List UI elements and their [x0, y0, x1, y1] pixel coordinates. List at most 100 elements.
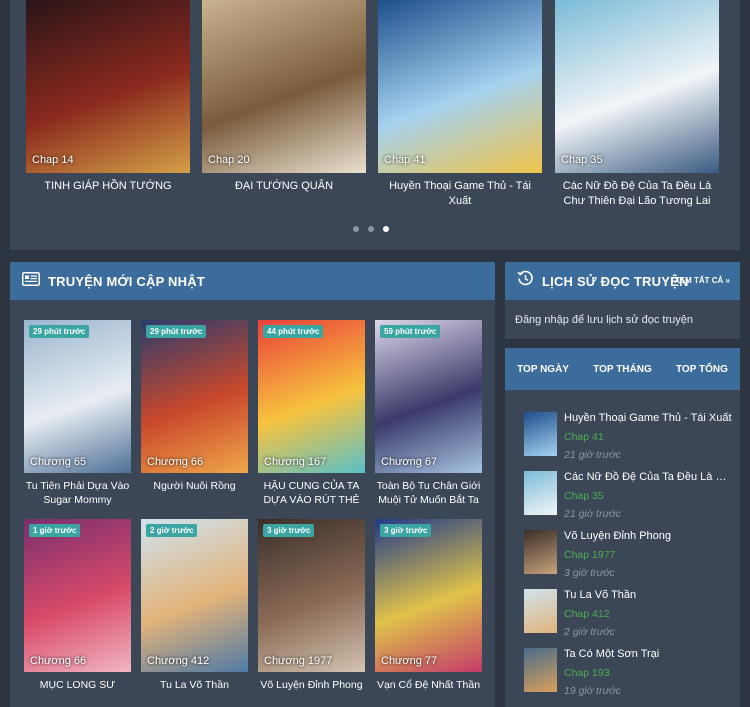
slider-title[interactable]: Các Nữ Đồ Đệ Của Ta Đều Là Chư Thiên Đại…	[555, 179, 719, 209]
manga-card[interactable]: 29 phút trước Chương 66 Người Nuôi Rồng	[141, 320, 248, 493]
manga-card[interactable]: 44 phút trước Chương 167 HẬU CUNG CỦA TA…	[258, 320, 365, 507]
manga-chapter[interactable]: Chương 66	[30, 655, 86, 667]
top-title[interactable]: Tu La Võ Thần	[564, 589, 734, 601]
manga-title[interactable]: HẬU CUNG CỦA TA DỰA VÀO RÚT THẺ	[258, 479, 365, 507]
top-chapter[interactable]: Chap 35	[564, 490, 604, 502]
top-list-item[interactable]: Võ Luyện Đỉnh Phong Chap 1977 3 giờ trướ…	[524, 530, 734, 588]
top-thumbnail[interactable]	[524, 412, 557, 456]
slider-title[interactable]: Huyền Thoại Game Thủ - Tái Xuất	[378, 179, 542, 209]
top-thumbnail[interactable]	[524, 589, 557, 633]
manga-chapter[interactable]: Chương 67	[381, 456, 437, 468]
tab-top-month[interactable]: TOP THÁNG	[593, 364, 652, 375]
history-icon	[517, 270, 534, 292]
manga-thumbnail[interactable]: 2 giờ trước Chương 412	[141, 519, 248, 672]
time-badge: 2 giờ trước	[146, 524, 198, 537]
top-list-item[interactable]: Các Nữ Đồ Đệ Của Ta Đều Là Chư Thiên Đại…	[524, 471, 734, 529]
reading-history-panel: LỊCH SỬ ĐỌC TRUYỆN XEM TẤT CẢ » Đăng nhậ…	[505, 262, 740, 339]
manga-card[interactable]: 3 giờ trước Chương 77 Vạn Cổ Đệ Nhất Thầ…	[375, 519, 482, 692]
slider-title[interactable]: TINH GIÁP HỒN TƯỚNG	[26, 179, 190, 194]
time-badge: 29 phút trước	[29, 325, 90, 338]
manga-chapter[interactable]: Chương 77	[381, 655, 437, 667]
top-ranking-panel: TOP NGÀY TOP THÁNG TOP TỔNG Huyền Thoại …	[505, 348, 740, 707]
tab-top-total[interactable]: TOP TỔNG	[676, 364, 728, 375]
manga-chapter[interactable]: Chương 167	[264, 456, 326, 468]
manga-chapter[interactable]: Chương 66	[147, 456, 203, 468]
manga-thumbnail[interactable]: 3 giờ trước Chương 77	[375, 519, 482, 672]
new-updates-panel: TRUYỆN MỚI CẬP NHẬT 29 phút trước Chương…	[10, 262, 495, 707]
manga-chapter[interactable]: Chương 1977	[264, 655, 332, 667]
time-badge: 29 phút trước	[146, 325, 207, 338]
manga-title[interactable]: MỤC LONG SƯ	[24, 678, 131, 692]
slider-dots	[353, 226, 389, 232]
manga-thumbnail[interactable]: 44 phút trước Chương 167	[258, 320, 365, 473]
manga-card[interactable]: 3 giờ trước Chương 1977 Võ Luyện Đỉnh Ph…	[258, 519, 365, 692]
slider-chapter[interactable]: Chap 14	[32, 154, 74, 166]
manga-card[interactable]: 1 giờ trước Chương 66 MỤC LONG SƯ	[24, 519, 131, 692]
top-chapter[interactable]: Chap 1977	[564, 549, 615, 561]
time-badge: 44 phút trước	[263, 325, 324, 338]
manga-thumbnail[interactable]: 29 phút trước Chương 65	[24, 320, 131, 473]
slider-item[interactable]: Chap 35 Các Nữ Đồ Đệ Của Ta Đều Là Chư T…	[555, 0, 719, 209]
slider-title[interactable]: ĐẠI TƯỚNG QUÂN	[202, 179, 366, 194]
time-badge: 3 giờ trước	[380, 524, 432, 537]
slider-item[interactable]: Chap 14 TINH GIÁP HỒN TƯỚNG	[26, 0, 190, 194]
time-badge: 59 phút trước	[380, 325, 441, 338]
slider-item[interactable]: Chap 20 ĐẠI TƯỚNG QUÂN	[202, 0, 366, 194]
slider-chapter[interactable]: Chap 35	[561, 154, 603, 166]
manga-title[interactable]: Vạn Cổ Đệ Nhất Thần	[375, 678, 482, 692]
slider-item[interactable]: Chap 41 Huyền Thoại Game Thủ - Tái Xuất	[378, 0, 542, 209]
slider-chapter[interactable]: Chap 41	[384, 154, 426, 166]
manga-title[interactable]: Tu Tiên Phải Dựa Vào Sugar Mommy	[24, 479, 131, 507]
slider-cover[interactable]: Chap 35	[555, 0, 719, 173]
manga-title[interactable]: Tu La Võ Thần	[141, 678, 248, 692]
manga-card[interactable]: 29 phút trước Chương 65 Tu Tiên Phải Dựa…	[24, 320, 131, 507]
top-title[interactable]: Ta Có Một Sơn Trại	[564, 648, 734, 660]
top-thumbnail[interactable]	[524, 471, 557, 515]
top-chapter[interactable]: Chap 193	[564, 667, 610, 679]
manga-card[interactable]: 2 giờ trước Chương 412 Tu La Võ Thần	[141, 519, 248, 692]
slider-dot[interactable]	[368, 226, 374, 232]
top-time: 19 giờ trước	[564, 685, 621, 697]
top-list-item[interactable]: Ta Có Một Sơn Trại Chap 193 19 giờ trước	[524, 648, 734, 706]
top-title[interactable]: Huyền Thoại Game Thủ - Tái Xuất	[564, 412, 734, 424]
top-thumbnail[interactable]	[524, 648, 557, 692]
manga-title[interactable]: Võ Luyện Đỉnh Phong	[258, 678, 365, 692]
manga-thumbnail[interactable]: 29 phút trước Chương 66	[141, 320, 248, 473]
history-title: LỊCH SỬ ĐỌC TRUYỆN	[542, 273, 689, 289]
top-time: 21 giờ trước	[564, 449, 621, 461]
top-tabs: TOP NGÀY TOP THÁNG TOP TỔNG	[505, 348, 740, 390]
manga-chapter[interactable]: Chương 65	[30, 456, 86, 468]
slider-cover[interactable]: Chap 20	[202, 0, 366, 173]
manga-card[interactable]: 59 phút trước Chương 67 Toàn Bộ Tu Chân …	[375, 320, 482, 507]
manga-chapter[interactable]: Chương 412	[147, 655, 209, 667]
top-time: 2 giờ trước	[564, 626, 615, 638]
top-title[interactable]: Võ Luyện Đỉnh Phong	[564, 530, 734, 542]
top-chapter[interactable]: Chap 41	[564, 431, 604, 443]
slider-cover[interactable]: Chap 14	[26, 0, 190, 173]
manga-title[interactable]: Toàn Bộ Tu Chân Giới Muội Tử Muốn Bắt Ta	[375, 479, 482, 507]
slider-cover[interactable]: Chap 41	[378, 0, 542, 173]
top-thumbnail[interactable]	[524, 530, 557, 574]
top-list-item[interactable]: Huyền Thoại Game Thủ - Tái Xuất Chap 41 …	[524, 412, 734, 470]
top-list-item[interactable]: Tu La Võ Thần Chap 412 2 giờ trước	[524, 589, 734, 647]
top-time: 21 giờ trước	[564, 508, 621, 520]
manga-thumbnail[interactable]: 59 phút trước Chương 67	[375, 320, 482, 473]
featured-slider: Chap 14 TINH GIÁP HỒN TƯỚNG Chap 20 ĐẠI …	[10, 0, 740, 250]
time-badge: 1 giờ trước	[29, 524, 81, 537]
new-updates-header: TRUYỆN MỚI CẬP NHẬT	[10, 262, 495, 300]
login-message[interactable]: Đăng nhập để lưu lịch sử đọc truyện	[505, 300, 740, 326]
manga-thumbnail[interactable]: 3 giờ trước Chương 1977	[258, 519, 365, 672]
tab-top-day[interactable]: TOP NGÀY	[517, 364, 569, 375]
slider-dot[interactable]	[353, 226, 359, 232]
newspaper-icon	[22, 271, 40, 291]
top-title[interactable]: Các Nữ Đồ Đệ Của Ta Đều Là Chư Thiên Đại…	[564, 471, 734, 483]
slider-dot[interactable]	[383, 226, 389, 232]
manga-thumbnail[interactable]: 1 giờ trước Chương 66	[24, 519, 131, 672]
top-chapter[interactable]: Chap 412	[564, 608, 610, 620]
slider-chapter[interactable]: Chap 20	[208, 154, 250, 166]
manga-title[interactable]: Người Nuôi Rồng	[141, 479, 248, 493]
time-badge: 3 giờ trước	[263, 524, 315, 537]
new-updates-title: TRUYỆN MỚI CẬP NHẬT	[48, 273, 205, 289]
see-all-link[interactable]: XEM TẤT CẢ »	[674, 276, 730, 285]
top-time: 3 giờ trước	[564, 567, 615, 579]
